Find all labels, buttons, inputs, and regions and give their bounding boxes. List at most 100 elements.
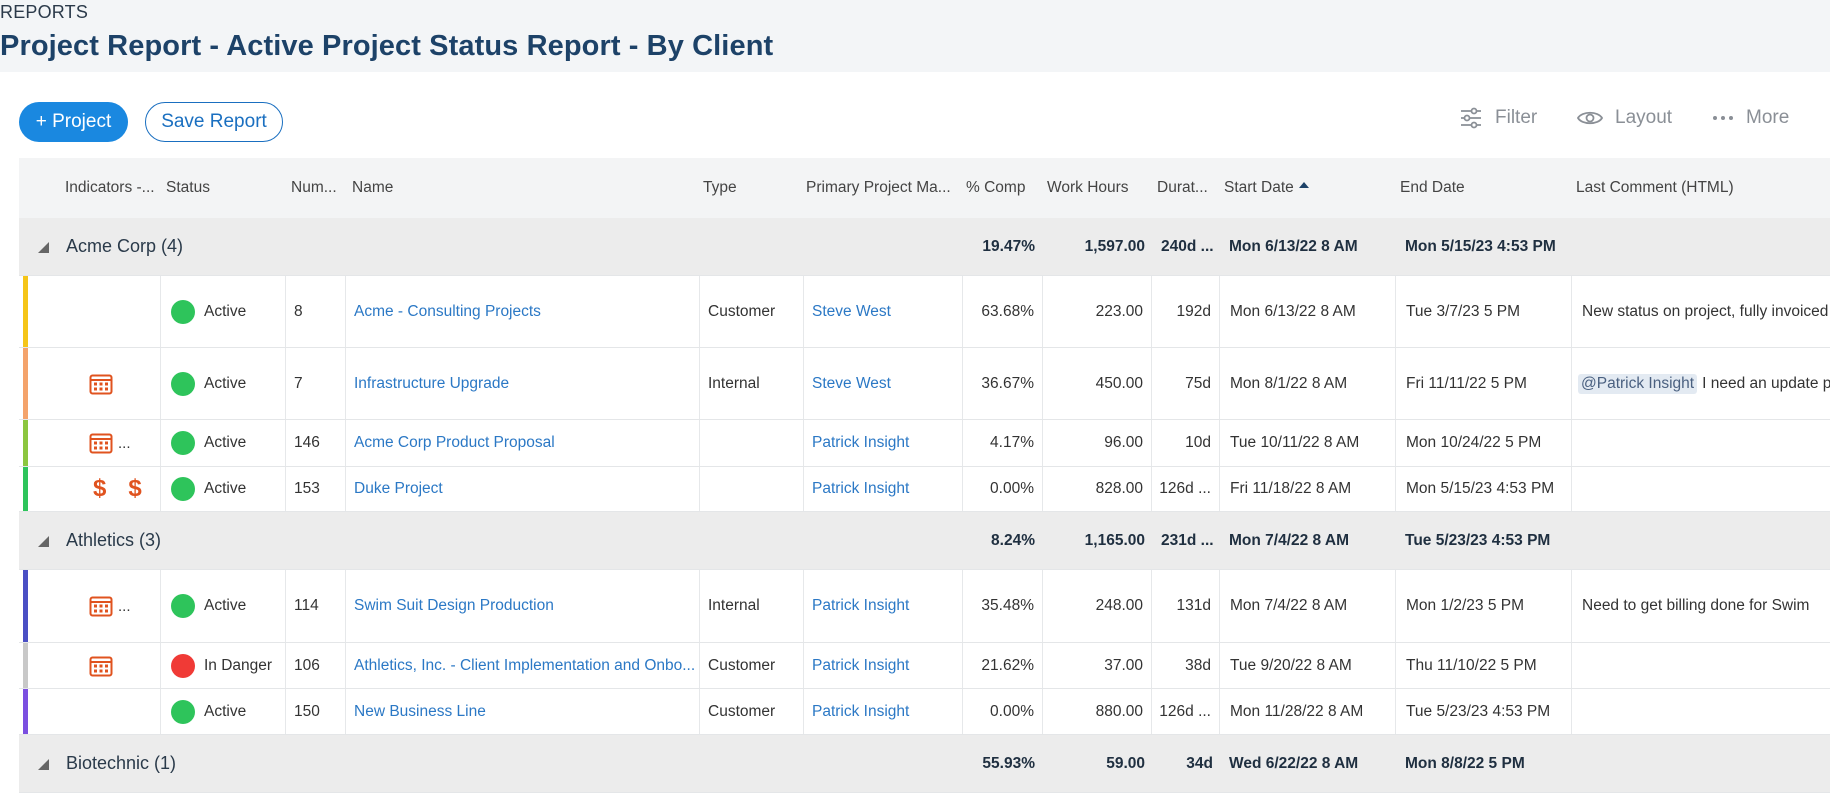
pct-cell: 0.00% — [962, 467, 1042, 511]
col-pm[interactable]: Primary Project Ma... — [806, 158, 966, 218]
pct-cell: 63.68% — [962, 276, 1042, 347]
pm-link[interactable]: Patrick Insight — [803, 420, 962, 466]
status-label: Active — [204, 702, 247, 720]
project-name-link[interactable]: Acme Corp Product Proposal — [345, 420, 699, 466]
more-button[interactable]: More — [1712, 104, 1789, 132]
group-hours: 59.00 — [1106, 754, 1145, 772]
table-row[interactable]: ... Active 146 Acme Corp Product Proposa… — [19, 420, 1830, 467]
col-duration[interactable]: Durat... — [1157, 158, 1221, 218]
col-status[interactable]: Status — [166, 158, 266, 218]
collapse-triangle-icon[interactable] — [38, 759, 49, 770]
dollar-icon[interactable]: $ — [93, 475, 106, 503]
comment-cell[interactable] — [1571, 467, 1830, 511]
dollar-icon[interactable]: $ — [128, 475, 141, 503]
sort-ascending-icon[interactable] — [1298, 181, 1309, 188]
type-cell: Customer — [699, 276, 803, 347]
indicators-cell: ... — [59, 570, 160, 642]
mention-tag[interactable]: @Patrick Insight — [1578, 373, 1698, 394]
status-label: Active — [204, 302, 247, 320]
status-cell[interactable]: In Danger — [160, 643, 285, 688]
indicators-cell — [59, 689, 160, 734]
duration-cell: 10d — [1151, 420, 1219, 466]
layout-button[interactable]: Layout — [1577, 104, 1672, 132]
type-cell: Customer — [699, 689, 803, 734]
table-row[interactable]: Active 7 Infrastructure Upgrade Internal… — [19, 348, 1830, 420]
group-name: Acme Corp (4) — [66, 236, 184, 256]
calendar-icon[interactable] — [89, 432, 113, 454]
comment-cell[interactable] — [1571, 689, 1830, 734]
status-cell[interactable]: Active — [160, 276, 285, 347]
group-start: Wed 6/22/22 8 AM — [1229, 754, 1359, 772]
status-label: Active — [204, 374, 247, 392]
save-report-button[interactable]: Save Report — [145, 102, 283, 142]
comment-cell[interactable] — [1571, 420, 1830, 466]
end-cell: Tue 3/7/23 5 PM — [1395, 276, 1571, 347]
table-row[interactable]: ... Active 114 Swim Suit Design Producti… — [19, 570, 1830, 643]
group-row-athletics[interactable]: Athletics (3) 8.24% 1,165.00 231d ... Mo… — [19, 512, 1830, 570]
status-cell[interactable]: Active — [160, 420, 285, 466]
more-indicators[interactable]: ... — [118, 598, 131, 615]
status-cell[interactable]: Active — [160, 348, 285, 419]
project-name-link[interactable]: Acme - Consulting Projects — [345, 276, 699, 347]
group-row-acme[interactable]: Acme Corp (4) 19.47% 1,597.00 240d ... M… — [19, 218, 1830, 276]
project-name-link[interactable]: Infrastructure Upgrade — [345, 348, 699, 419]
duration-cell: 131d — [1151, 570, 1219, 642]
status-cell[interactable]: Active — [160, 689, 285, 734]
hours-cell: 37.00 — [1042, 643, 1151, 688]
comment-cell[interactable]: @Patrick Insight I need an update pl — [1571, 348, 1830, 419]
col-last-comment[interactable]: Last Comment (HTML) — [1576, 158, 1830, 218]
calendar-icon[interactable] — [89, 595, 113, 617]
status-dot-icon — [171, 594, 195, 618]
table-row[interactable]: In Danger 106 Athletics, Inc. - Client I… — [19, 643, 1830, 689]
collapse-triangle-icon[interactable] — [38, 242, 49, 253]
calendar-icon[interactable] — [89, 373, 113, 395]
start-cell: Mon 6/13/22 8 AM — [1219, 276, 1395, 347]
col-work-hours[interactable]: Work Hours — [1047, 158, 1157, 218]
hours-cell: 880.00 — [1042, 689, 1151, 734]
eye-icon — [1577, 111, 1603, 125]
project-name-link[interactable]: New Business Line — [345, 689, 699, 734]
status-cell[interactable]: Active — [160, 570, 285, 642]
col-end-date[interactable]: End Date — [1400, 158, 1570, 218]
group-pct: 55.93% — [982, 754, 1035, 772]
sliders-icon — [1461, 107, 1481, 129]
table-row[interactable]: Active 8 Acme - Consulting Projects Cust… — [19, 276, 1830, 348]
pm-link[interactable]: Patrick Insight — [803, 570, 962, 642]
pm-link[interactable]: Patrick Insight — [803, 689, 962, 734]
comment-cell[interactable]: New status on project, fully invoiced — [1571, 276, 1830, 347]
comment-cell[interactable]: Need to get billing done for Swim — [1571, 570, 1830, 642]
pm-link[interactable]: Patrick Insight — [803, 643, 962, 688]
breadcrumb[interactable]: REPORTS — [0, 2, 88, 23]
start-cell: Fri 11/18/22 8 AM — [1219, 467, 1395, 511]
col-name[interactable]: Name — [352, 158, 712, 218]
pct-cell: 21.62% — [962, 643, 1042, 688]
row-color-stripe — [23, 348, 28, 419]
more-indicators[interactable]: ... — [118, 435, 131, 452]
col-start-date[interactable]: Start Date — [1224, 158, 1394, 218]
table-row[interactable]: Active 150 New Business Line Customer Pa… — [19, 689, 1830, 735]
col-indicators[interactable]: Indicators -... — [65, 158, 165, 218]
pm-link[interactable]: Patrick Insight — [803, 467, 962, 511]
calendar-icon[interactable] — [89, 655, 113, 677]
group-row-biotechnic[interactable]: Biotechnic (1) 55.93% 59.00 34d Wed 6/22… — [19, 735, 1830, 793]
status-dot-icon — [171, 371, 195, 396]
project-name-link[interactable]: Athletics, Inc. - Client Implementation … — [345, 643, 699, 688]
type-cell — [699, 467, 803, 511]
col-pct-comp[interactable]: % Comp — [966, 158, 1046, 218]
pm-link[interactable]: Steve West — [803, 348, 962, 419]
number-cell: 153 — [285, 467, 345, 511]
col-number[interactable]: Num... — [291, 158, 347, 218]
collapse-triangle-icon[interactable] — [38, 536, 49, 547]
add-project-button[interactable]: + Project — [19, 102, 128, 142]
col-type[interactable]: Type — [703, 158, 803, 218]
status-cell[interactable]: Active — [160, 467, 285, 511]
project-name-link[interactable]: Swim Suit Design Production — [345, 570, 699, 642]
type-cell: Internal — [699, 570, 803, 642]
row-color-stripe — [23, 643, 28, 688]
pm-link[interactable]: Steve West — [803, 276, 962, 347]
project-name-link[interactable]: Duke Project — [345, 467, 699, 511]
start-cell: Mon 7/4/22 8 AM — [1219, 570, 1395, 642]
filter-button[interactable]: Filter — [1459, 104, 1537, 132]
table-row[interactable]: $ $ Active 153 Duke Project Patrick Insi… — [19, 467, 1830, 512]
comment-cell[interactable] — [1571, 643, 1830, 688]
